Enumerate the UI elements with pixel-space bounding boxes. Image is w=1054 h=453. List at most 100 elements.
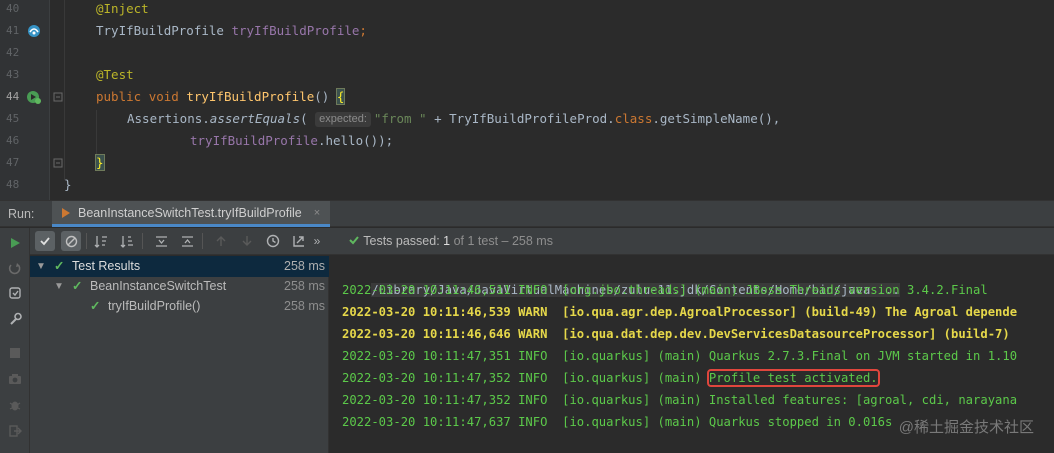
call-rest: .hello()); bbox=[317, 133, 394, 148]
code-line-42: 42 bbox=[0, 42, 1054, 64]
code-line-44: 44 public void tryIfBuildProfile() { bbox=[0, 86, 1054, 108]
toggle-auto-test-icon[interactable] bbox=[6, 284, 24, 302]
console-line: 2022-03-20 10:11:47,352 INFO [io.quarkus… bbox=[342, 393, 1018, 407]
test-config-icon bbox=[62, 207, 70, 218]
tree-item-time: 258 ms bbox=[284, 279, 325, 293]
field-ref: tryIfBuildProfile bbox=[190, 133, 318, 148]
run-icon[interactable] bbox=[6, 234, 24, 252]
run-tool-window-header: Run: BeanInstanceSwitchTest.tryIfBuildPr… bbox=[0, 200, 1054, 227]
tree-item-time: 258 ms bbox=[284, 299, 325, 313]
static-method: assertEquals bbox=[209, 111, 301, 126]
history-icon[interactable] bbox=[263, 231, 283, 251]
pass-check-icon: ✓ bbox=[54, 259, 65, 273]
run-side-toolbar bbox=[0, 228, 30, 453]
next-fail-icon[interactable] bbox=[237, 231, 257, 251]
code-line-45: 45 Assertions.assertEquals( expected: "fr… bbox=[0, 108, 1054, 130]
line-number: 46 bbox=[6, 134, 20, 147]
tests-status: Tests passed: 1 of 1 test – 258 ms bbox=[348, 234, 553, 248]
prev-fail-icon[interactable] bbox=[211, 231, 231, 251]
run-test-gutter-icon[interactable] bbox=[26, 89, 42, 105]
collapse-all-icon[interactable] bbox=[177, 231, 197, 251]
chevron-down-icon[interactable]: ▼ bbox=[36, 256, 46, 277]
show-passed-icon[interactable] bbox=[35, 231, 55, 251]
line-number: 43 bbox=[6, 68, 20, 81]
code-line-48: 48 } bbox=[0, 174, 1054, 196]
annotation-test: @Test bbox=[96, 67, 134, 82]
line-number: 48 bbox=[6, 178, 20, 191]
show-ignored-icon[interactable] bbox=[61, 231, 81, 251]
class-close-brace: } bbox=[64, 177, 72, 192]
test-runner-toolbar: » Tests passed: 1 of 1 test – 258 ms bbox=[30, 228, 1054, 255]
code-line-41: 41 TryIfBuildProfile tryIfBuildProfile; bbox=[0, 20, 1054, 42]
sort-duration-icon[interactable] bbox=[117, 231, 137, 251]
string-literal: "from " bbox=[373, 111, 427, 126]
code-line-43: 43 @Test bbox=[0, 64, 1054, 86]
parameter-hint: expected: bbox=[315, 112, 371, 127]
fold-icon[interactable] bbox=[53, 158, 63, 168]
line-number: 42 bbox=[6, 46, 20, 59]
tests-passed-label: Tests passed: bbox=[363, 234, 440, 248]
run-tab[interactable]: BeanInstanceSwitchTest.tryIfBuildProfile… bbox=[52, 201, 331, 227]
fold-icon[interactable] bbox=[53, 92, 63, 102]
code-line-46: 46 tryIfBuildProfile.hello()); bbox=[0, 130, 1054, 152]
line-number: 45 bbox=[6, 112, 20, 125]
tree-item-time: 258 ms bbox=[284, 259, 325, 273]
pass-check-icon: ✓ bbox=[90, 299, 101, 313]
test-results-tree[interactable]: ▼ ✓ Test Results 258 ms ▼ ✓ BeanInstance… bbox=[30, 256, 329, 453]
code-line-40: 40 @Inject bbox=[0, 0, 1054, 20]
tests-passed-count: 1 bbox=[443, 234, 451, 248]
settings-wrench-icon[interactable] bbox=[6, 310, 24, 328]
export-icon[interactable] bbox=[289, 231, 309, 251]
expand-all-icon[interactable] bbox=[151, 231, 171, 251]
run-label: Run: bbox=[8, 207, 35, 221]
stop-icon[interactable] bbox=[6, 344, 24, 362]
concat-expr: + TryIfBuildProfileProd. bbox=[426, 111, 615, 126]
console-line: 2022-03-20 10:11:46,646 WARN [io.qua.dat… bbox=[342, 327, 1010, 341]
call-rest: .getSimpleName(), bbox=[652, 111, 781, 126]
console-line: 2022-03-20 10:11:46,511 INFO [org.jbo.th… bbox=[342, 283, 988, 297]
method-name: tryIfBuildProfile bbox=[186, 89, 315, 104]
sort-alpha-icon[interactable] bbox=[91, 231, 111, 251]
console-line: 2022-03-20 10:11:47,637 INFO [io.quarkus… bbox=[342, 415, 893, 429]
sign-out-icon[interactable] bbox=[6, 422, 24, 440]
semicolon: ; bbox=[359, 23, 367, 38]
console-line-profile: 2022-03-20 10:11:47,352 INFO [io.quarkus… bbox=[342, 367, 880, 389]
open-brace-highlight: { bbox=[335, 88, 346, 105]
tree-item-test-method[interactable]: ✓ tryIfBuildProfile() 258 ms bbox=[30, 296, 329, 317]
pass-check-icon: ✓ bbox=[72, 279, 83, 293]
tests-summary: of 1 test – 258 ms bbox=[453, 234, 553, 248]
pass-check-icon bbox=[349, 236, 359, 245]
code-line-47: 47 } bbox=[0, 152, 1054, 174]
run-tab-title: BeanInstanceSwitchTest.tryIfBuildProfile bbox=[78, 205, 302, 220]
close-brace-highlight: } bbox=[95, 154, 105, 171]
annotation-inject: @Inject bbox=[96, 1, 149, 16]
line-number: 47 bbox=[6, 156, 20, 169]
keyword-void: void bbox=[148, 89, 179, 104]
camera-icon[interactable] bbox=[6, 370, 24, 388]
line-number: 44 bbox=[6, 90, 20, 103]
rerun-failed-icon[interactable] bbox=[6, 260, 24, 278]
line-number: 41 bbox=[6, 24, 20, 37]
tree-item-label: tryIfBuildProfile() bbox=[108, 299, 201, 313]
code-editor[interactable]: 40 @Inject 41 TryIfBuildProfile tryIfBui… bbox=[0, 0, 1054, 200]
chevron-down-icon[interactable]: ▼ bbox=[54, 276, 64, 297]
tree-item-label: BeanInstanceSwitchTest bbox=[90, 279, 227, 293]
tree-item-test-results[interactable]: ▼ ✓ Test Results 258 ms bbox=[30, 256, 329, 277]
bean-injection-icon[interactable] bbox=[26, 23, 42, 39]
console-line: 2022-03-20 10:11:47,351 INFO [io.quarkus… bbox=[342, 349, 1018, 363]
console-line: 2022-03-20 10:11:46,539 WARN [io.qua.agr… bbox=[342, 305, 1018, 319]
profile-activated-highlight: Profile test activated. bbox=[706, 369, 880, 387]
tree-item-label: Test Results bbox=[72, 259, 141, 273]
watermark: @稀土掘金技术社区 bbox=[898, 419, 1034, 436]
field-name: tryIfBuildProfile bbox=[231, 23, 360, 38]
class-ref: Assertions. bbox=[127, 111, 210, 126]
open-paren: ( bbox=[300, 111, 308, 126]
line-number: 40 bbox=[6, 2, 20, 15]
close-icon[interactable]: × bbox=[314, 207, 320, 219]
console-line-prefix: 2022-03-20 10:11:47,352 INFO [io.quarkus… bbox=[342, 371, 709, 385]
tree-item-test-class[interactable]: ▼ ✓ BeanInstanceSwitchTest 258 ms bbox=[30, 276, 329, 297]
debug-icon[interactable] bbox=[6, 396, 24, 414]
more-icon[interactable]: » bbox=[310, 231, 324, 251]
method-parens: () bbox=[314, 89, 330, 104]
type-name: TryIfBuildProfile bbox=[96, 23, 224, 38]
